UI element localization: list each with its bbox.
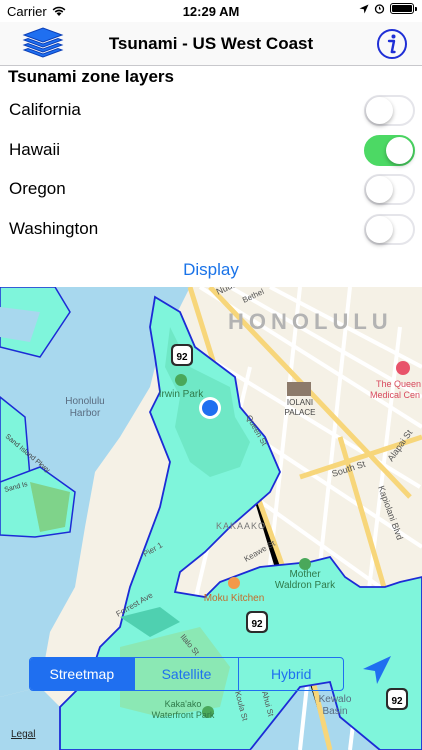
restaurant-icon xyxy=(228,577,240,589)
mother-label-1: Mother xyxy=(289,569,321,580)
display-button[interactable]: Display xyxy=(0,260,422,280)
route-shield-icon: 92 xyxy=(386,688,408,710)
waterfront-label-1: Kaka'ako xyxy=(165,699,202,709)
layer-label: Oregon xyxy=(9,179,66,198)
hospital-icon xyxy=(396,361,410,375)
svg-text:HONOLULU: HONOLULU xyxy=(228,309,393,334)
layer-row-oregon: Oregon xyxy=(0,169,422,209)
layer-panel: Tsunami zone layers California Hawaii Or… xyxy=(0,66,422,287)
status-bar: Carrier 12:29 AM xyxy=(0,0,422,22)
route-shield-icon: 92 xyxy=(246,611,268,633)
kewalo-label-2: Basin xyxy=(322,706,347,717)
tracking-arrow-icon[interactable] xyxy=(362,655,392,685)
mode-streetmap-button[interactable]: Streetmap xyxy=(30,658,134,690)
layer-label: Washington xyxy=(9,219,99,238)
waterfront-label-2: Waterfront Park xyxy=(152,710,215,720)
navigation-bar: Tsunami - US West Coast xyxy=(0,22,422,66)
harbor-label-2: Harbor xyxy=(70,408,101,419)
queens-label-1: The Queen xyxy=(376,379,421,389)
svg-text:The QueenMedical Cen: The Queen Medical Cen xyxy=(370,379,421,400)
svg-text:Moku Kitchen: Moku Kitchen xyxy=(204,593,265,604)
route-shield-icon: 92 xyxy=(171,344,193,366)
current-location-dot xyxy=(202,400,218,416)
layer-row-washington: Washington xyxy=(0,209,422,249)
svg-text:HonoluluHarbor: Honolulu Harbor xyxy=(65,396,104,419)
svg-text:IOLANIPALACE: IOLANI PALACE xyxy=(285,398,316,417)
iolani-label-1: IOLANI xyxy=(287,398,313,407)
hawaii-toggle[interactable] xyxy=(364,135,415,166)
svg-text:92: 92 xyxy=(176,352,188,363)
svg-text:92: 92 xyxy=(251,619,263,630)
layer-row-california: California xyxy=(0,90,422,130)
panel-heading: Tsunami zone layers xyxy=(8,67,174,86)
status-right xyxy=(359,3,417,14)
kewalo-label-1: Kewalo xyxy=(319,694,352,705)
california-toggle[interactable] xyxy=(364,95,415,126)
layer-label: California xyxy=(9,100,81,119)
iolani-label-2: PALACE xyxy=(285,408,316,417)
layer-label: Hawaii xyxy=(9,140,61,159)
legal-link[interactable]: Legal xyxy=(11,729,35,740)
svg-text:92: 92 xyxy=(391,696,403,707)
mode-satellite-button[interactable]: Satellite xyxy=(133,658,239,690)
page-title: Tsunami - US West Coast xyxy=(108,34,314,53)
queens-label-2: Medical Cen xyxy=(370,390,420,400)
svg-text:KewaloBasin: Kewalo Basin xyxy=(319,694,352,717)
info-icon[interactable] xyxy=(376,28,408,60)
mother-label-2: Waldron Park xyxy=(275,580,336,591)
battery-icon xyxy=(390,3,417,14)
oregon-toggle[interactable] xyxy=(364,174,415,205)
mode-hybrid-button[interactable]: Hybrid xyxy=(238,658,343,690)
location-arrow-icon xyxy=(359,4,369,13)
alarm-icon xyxy=(374,4,385,14)
harbor-label-1: Honolulu xyxy=(65,396,104,407)
washington-toggle[interactable] xyxy=(364,214,415,245)
svg-text:Irwin Park: Irwin Park xyxy=(159,389,204,400)
park-icon xyxy=(175,374,187,386)
layer-row-hawaii: Hawaii xyxy=(0,130,422,170)
svg-text:KAKAAKO: KAKAAKO xyxy=(216,521,266,531)
map-mode-control: Streetmap Satellite Hybrid xyxy=(29,657,344,691)
landmark-icon xyxy=(287,382,311,396)
